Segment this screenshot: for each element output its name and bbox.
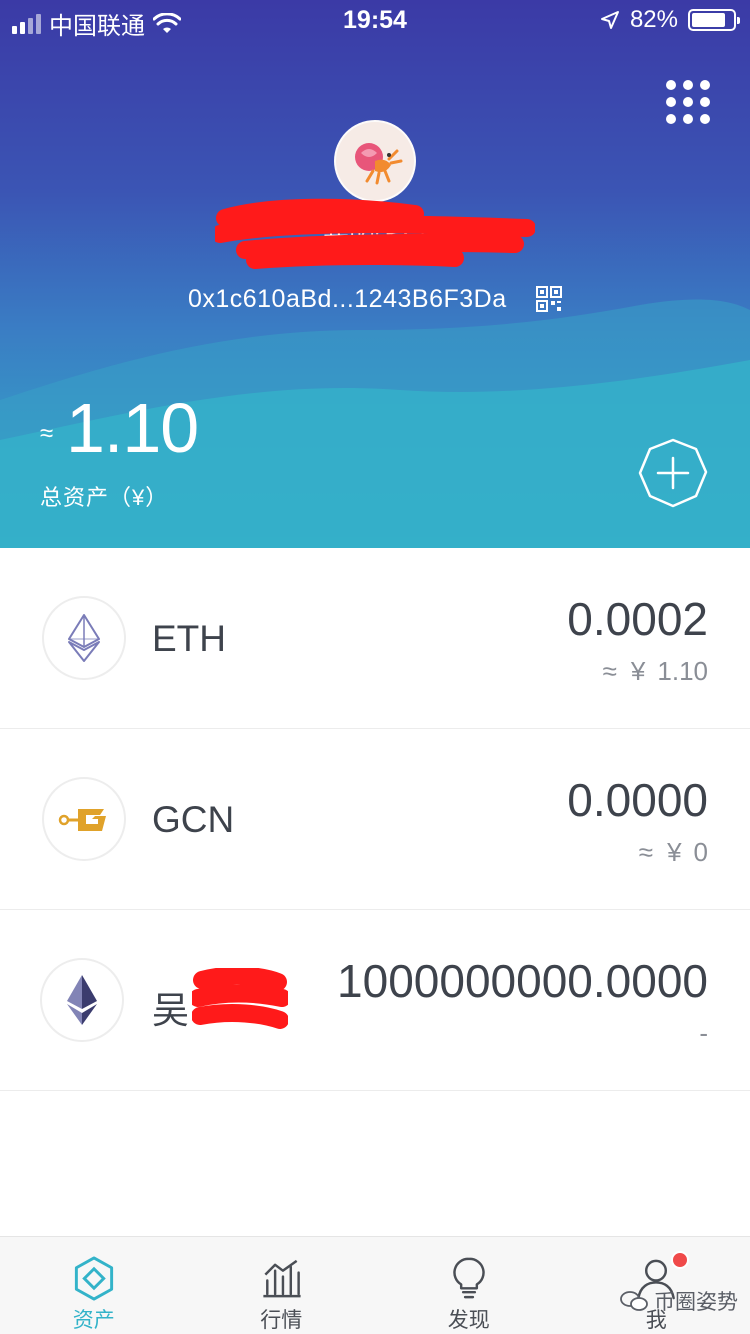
tab-market[interactable]: 行情 [188,1237,376,1334]
token-logo [42,777,126,861]
fiat-amount: 0 [693,837,708,867]
total-approx-sign: ≈ [40,420,54,447]
wallet-name[interactable]: 我的钱包 [215,198,535,270]
token-balance: 1000000000.0000 [337,955,708,1007]
approx-sign: ≈ [602,656,617,686]
eth-icon [67,975,97,1025]
approx-sign: ≈ [638,837,654,867]
cny-sign: ¥ [667,837,682,867]
token-symbol: 吴 [152,990,189,1031]
wechat-icon [620,1291,648,1311]
bottom-tab-bar: 资产 行情 发现 我 [0,1236,750,1334]
token-logo [42,596,126,680]
assets-icon [74,1256,113,1301]
tab-label: 行情 [260,1309,303,1332]
gcn-icon [58,809,106,831]
address-text: 0x1c610aBd...1243B6F3Da [187,284,507,313]
add-token-button[interactable] [638,438,708,508]
watermark-text: 币圈姿势 [654,1291,738,1314]
location-arrow-icon [600,11,619,29]
token-symbol: GCN [152,799,235,840]
market-icon [263,1259,301,1298]
token-fiat-value: ≈ ¥0 [639,837,708,868]
redaction-scribble [215,198,535,269]
cny-sign: ¥ [630,656,646,686]
fiat-amount: 1.10 [657,656,708,686]
token-logo [40,958,124,1042]
eth-icon [68,614,100,662]
bulb-icon [453,1257,485,1299]
wallet-header: 中国联通 19:54 82% 我的钱包 0x1c610aBd...1243B6F… [0,0,750,548]
wallet-avatar[interactable] [334,120,416,202]
total-assets-value: 1.10 [66,389,199,467]
redaction-scribble [192,968,288,1029]
token-list: ETH 0.0002 ≈ ¥1.10 GCN 0.0000 ≈ ¥0 吴 100… [0,548,750,1091]
wallet-address[interactable]: 0x1c610aBd...1243B6F3Da [0,284,750,314]
total-assets-label: 总资产（¥） [40,485,169,510]
wechat-watermark: 币圈姿势 [620,1286,738,1316]
tab-discover[interactable]: 发现 [375,1237,563,1334]
token-row-gcn[interactable]: GCN 0.0000 ≈ ¥0 [0,729,750,910]
token-balance: 0.0000 [567,774,708,826]
tab-label: 资产 [72,1309,115,1332]
battery-percent: 82% [629,6,678,33]
qr-code-icon[interactable] [536,286,563,313]
notification-badge [670,1251,689,1269]
hermit-crab-icon [355,143,403,185]
tab-label: 发现 [447,1309,490,1332]
token-symbol: ETH [152,618,226,659]
token-fiat-value: - [699,1018,708,1048]
battery-icon [688,9,740,31]
token-balance: 0.0002 [567,593,708,645]
status-bar: 中国联通 19:54 82% [0,0,750,40]
tab-assets[interactable]: 资产 [0,1237,188,1334]
menu-grid-button[interactable] [666,80,710,124]
token-row-eth[interactable]: ETH 0.0002 ≈ ¥1.10 [0,548,750,729]
token-row-custom[interactable]: 吴 1000000000.0000 - [0,910,750,1091]
token-fiat-value: ≈ ¥1.10 [603,656,708,687]
